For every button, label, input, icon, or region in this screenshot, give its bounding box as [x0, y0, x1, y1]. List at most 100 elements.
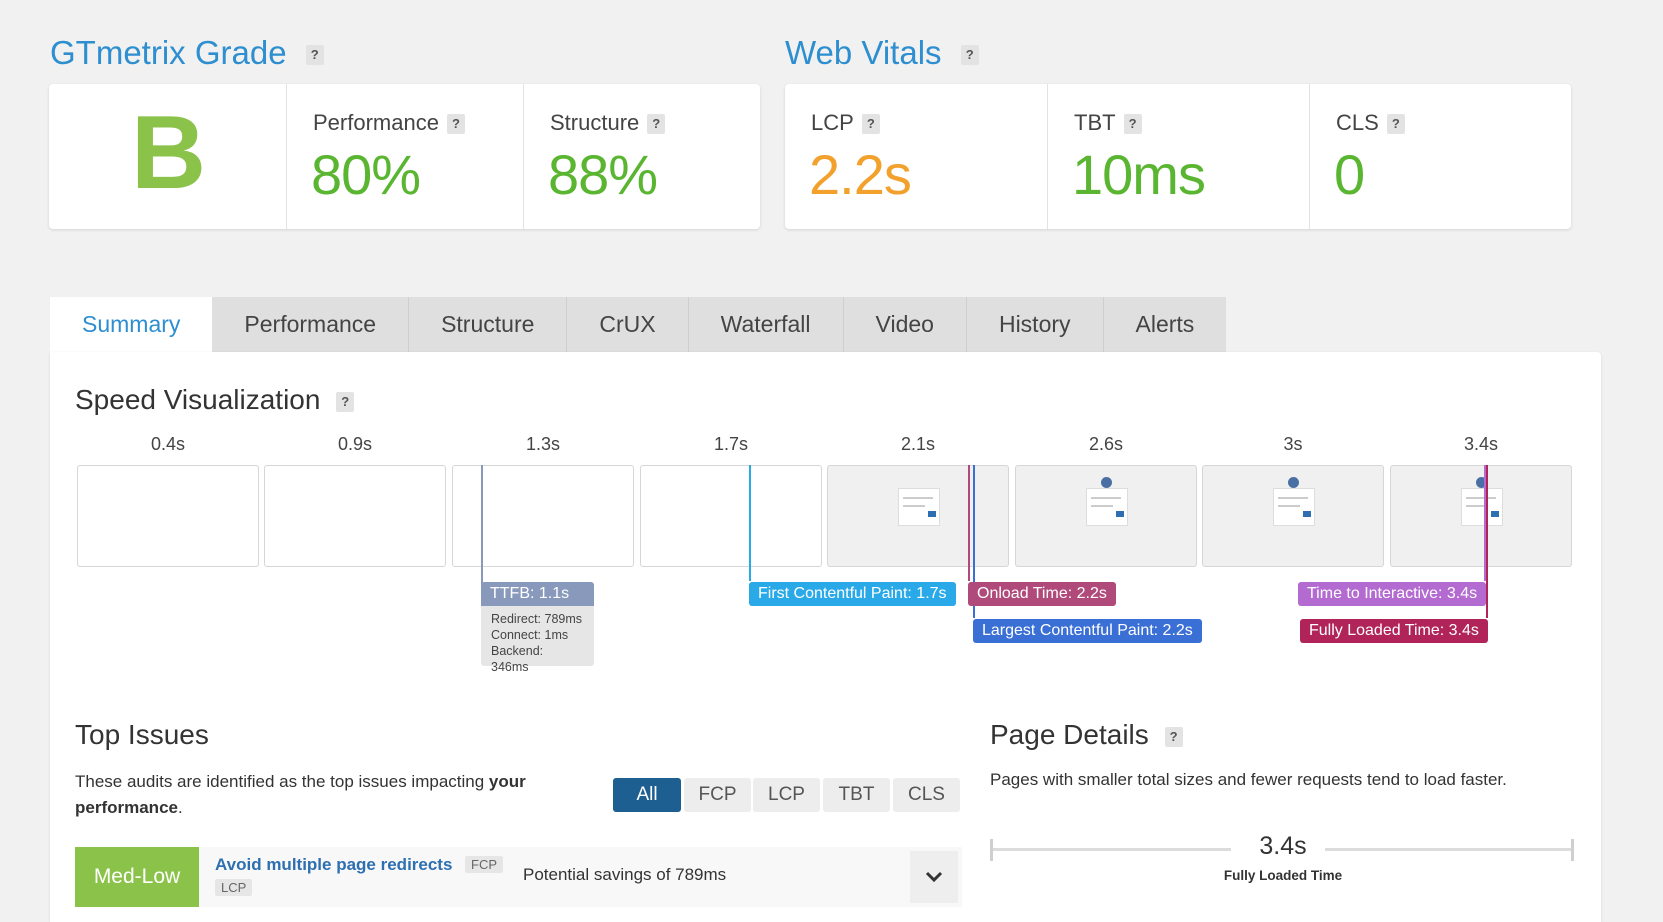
lcp-value: 2.2s — [809, 143, 912, 206]
frame-time-label: 0.9s — [337, 434, 373, 454]
severity-badge: Med-Low — [75, 847, 199, 907]
scale-bar — [993, 848, 1231, 851]
lcp-marker: Largest Contentful Paint: 2.2s — [973, 619, 1202, 643]
filter-fcp[interactable]: FCP — [684, 778, 751, 812]
issue-row[interactable]: Med-Low Avoid multiple page redirects FC… — [75, 847, 962, 907]
structure-value: 88% — [548, 143, 658, 206]
filmstrip-frame[interactable] — [452, 465, 634, 567]
filter-cls[interactable]: CLS — [893, 778, 960, 812]
page-details-description: Pages with smaller total sizes and fewer… — [990, 770, 1507, 789]
tab-waterfall[interactable]: Waterfall — [687, 297, 843, 352]
help-icon[interactable]: ? — [647, 114, 666, 135]
filter-lcp[interactable]: LCP — [753, 778, 820, 812]
chevron-down-icon — [925, 871, 943, 883]
filmstrip-frame[interactable] — [264, 465, 446, 567]
top-issues-description: These audits are identified as the top i… — [75, 769, 595, 821]
filter-tbt[interactable]: TBT — [823, 778, 890, 812]
cls-label-text: CLS — [1336, 110, 1379, 135]
tbt-label: TBT? — [1074, 110, 1142, 136]
frame-time-label: 3s — [1283, 434, 1303, 454]
fcp-marker: First Contentful Paint: 1.7s — [749, 582, 956, 606]
report-tabs: Summary Performance Structure CrUX Water… — [50, 297, 1227, 352]
filter-all[interactable]: All — [613, 778, 681, 812]
tab-alerts[interactable]: Alerts — [1102, 297, 1227, 352]
ttfb-breakdown: Redirect: 789ms Connect: 1ms Backend: 34… — [481, 606, 594, 674]
tab-performance[interactable]: Performance — [212, 297, 409, 352]
desc-bold: your — [488, 772, 526, 791]
tbt-value: 10ms — [1072, 143, 1206, 206]
page-details-title: Page Details ? — [990, 719, 1183, 751]
lcp-label-text: LCP — [811, 110, 854, 135]
filmstrip-frame[interactable] — [827, 465, 1009, 567]
lcp-metric: LCP? 2.2s — [785, 84, 1047, 229]
filmstrip-frame[interactable] — [1390, 465, 1572, 567]
speed-visualization-heading: Speed Visualization — [75, 384, 321, 415]
structure-label-text: Structure — [550, 110, 640, 135]
issue-tag: FCP — [465, 856, 503, 873]
grade-letter: B — [130, 95, 206, 211]
frame-time-label: 2.1s — [900, 434, 936, 454]
tab-history[interactable]: History — [965, 297, 1103, 352]
onload-line — [968, 465, 970, 581]
top-issues-title: Top Issues — [75, 719, 209, 750]
help-icon[interactable]: ? — [1123, 114, 1142, 135]
fully-loaded-marker: Fully Loaded Time: 3.4s — [1300, 619, 1488, 643]
tbt-label-text: TBT — [1074, 110, 1116, 135]
filmstrip-frame[interactable] — [77, 465, 259, 567]
frame-time-label: 0.4s — [150, 434, 186, 454]
tab-crux[interactable]: CrUX — [566, 297, 688, 352]
performance-value: 80% — [311, 143, 421, 206]
frame-time-label: 1.3s — [525, 434, 561, 454]
page-thumbnail — [898, 488, 940, 526]
filmstrip-frame[interactable] — [1202, 465, 1384, 567]
fcp-line — [749, 465, 751, 581]
help-icon[interactable]: ? — [960, 45, 979, 66]
help-icon[interactable]: ? — [336, 391, 355, 412]
wordpress-icon — [1101, 477, 1112, 488]
wordpress-icon — [1288, 477, 1299, 488]
fully-loaded-value: 3.4s — [1259, 832, 1307, 860]
help-icon[interactable]: ? — [446, 114, 465, 135]
web-vitals-heading: Web Vitals — [785, 34, 942, 71]
ttfb-redirect: Redirect: 789ms — [491, 612, 583, 626]
grade-card: B Performance? 80% Structure? 88% — [49, 84, 760, 229]
tti-marker: Time to Interactive: 3.4s — [1298, 582, 1487, 606]
performance-metric: Performance? 80% — [286, 84, 524, 229]
help-icon[interactable]: ? — [305, 45, 324, 66]
issue-name[interactable]: Avoid multiple page redirects — [215, 855, 452, 875]
gtmetrix-grade-heading: GTmetrix Grade — [50, 34, 287, 71]
page-thumbnail — [1461, 477, 1503, 526]
filmstrip-frame[interactable] — [1015, 465, 1197, 567]
help-icon[interactable]: ? — [1164, 726, 1183, 747]
web-vitals-title: Web Vitals ? — [785, 34, 979, 72]
desc-text: These audits are identified as the top i… — [75, 772, 489, 791]
page-thumbnail — [1273, 477, 1315, 526]
ttfb-marker: TTFB: 1.1s — [481, 582, 594, 606]
issue-tag: LCP — [215, 879, 253, 896]
desc-bold: performance — [75, 798, 178, 817]
filmstrip-frame[interactable] — [640, 465, 822, 567]
tab-video[interactable]: Video — [842, 297, 966, 352]
scale-bar — [1325, 848, 1571, 851]
scale-tick — [1571, 839, 1574, 861]
issue-savings: Potential savings of 789ms — [523, 865, 727, 884]
structure-label: Structure? — [550, 110, 666, 136]
help-icon[interactable]: ? — [861, 114, 880, 135]
onload-marker: Onload Time: 2.2s — [968, 582, 1116, 606]
fully-loaded-line — [1486, 465, 1488, 618]
gtmetrix-grade-title: GTmetrix Grade ? — [50, 34, 324, 72]
page-thumbnail — [1086, 477, 1128, 526]
structure-metric: Structure? 88% — [523, 84, 761, 229]
cls-value: 0 — [1334, 143, 1365, 206]
help-icon[interactable]: ? — [1386, 114, 1405, 135]
tab-structure[interactable]: Structure — [408, 297, 567, 352]
tab-summary[interactable]: Summary — [50, 297, 213, 352]
cls-label: CLS? — [1336, 110, 1405, 136]
fully-loaded-label: Fully Loaded Time — [1223, 868, 1343, 883]
speed-visualization-title: Speed Visualization ? — [75, 384, 355, 416]
performance-label-text: Performance — [313, 110, 439, 135]
lcp-label: LCP? — [811, 110, 880, 136]
web-vitals-card: LCP? 2.2s TBT? 10ms CLS? 0 — [785, 84, 1571, 229]
ttfb-connect: Connect: 1ms — [491, 628, 569, 642]
expand-button[interactable] — [910, 851, 958, 903]
